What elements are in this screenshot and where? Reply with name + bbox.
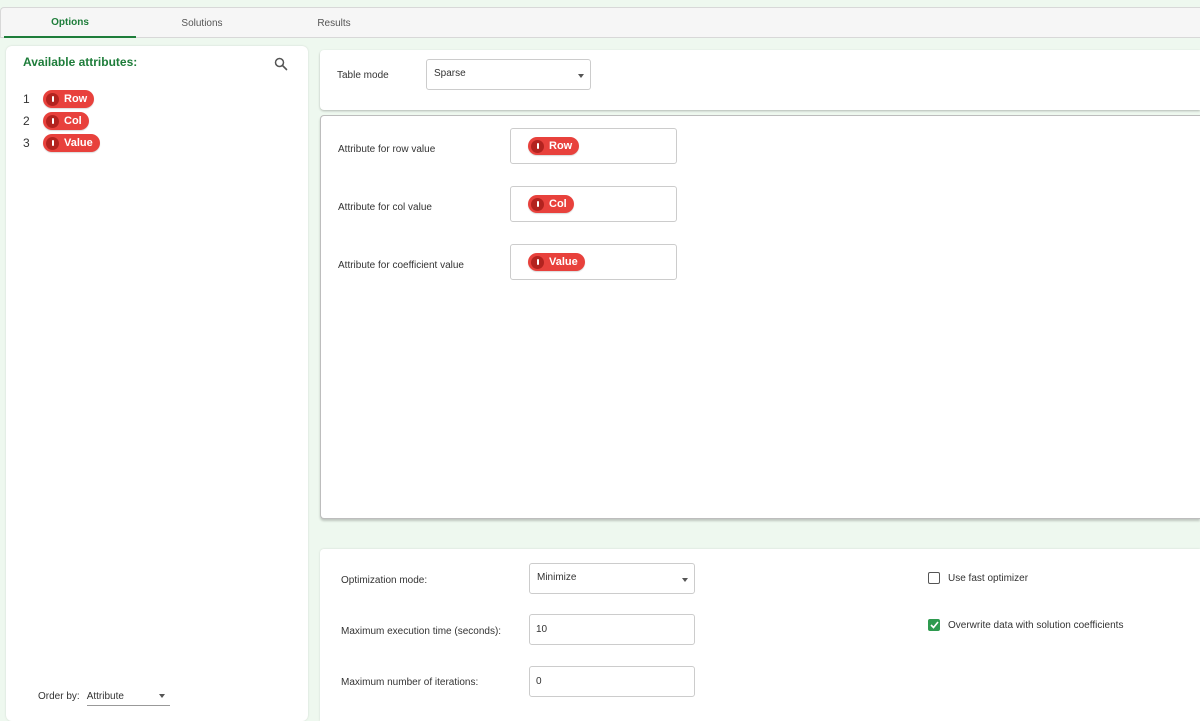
optimization-mode-label: Optimization mode: — [341, 575, 428, 586]
col-attribute-label: Attribute for col value — [338, 202, 432, 213]
attribute-index: 1 — [23, 92, 30, 106]
overwrite-data-option[interactable]: Overwrite data with solution coefficient… — [928, 619, 1123, 631]
attribute-list-item[interactable]: 2 Col — [23, 112, 89, 130]
tab-bar: Options Solutions Results — [0, 7, 1200, 38]
order-by-label: Order by: — [38, 691, 80, 702]
tab-results[interactable]: Results — [268, 8, 400, 38]
row-attribute-pill[interactable]: Row — [528, 137, 580, 155]
optimization-options-panel: Optimization mode: Minimize Maximum exec… — [320, 549, 1200, 721]
order-by: Order by: Attribute — [38, 687, 170, 706]
integer-type-icon — [531, 197, 544, 211]
table-mode-label: Table mode — [337, 70, 389, 81]
optimization-mode-value: Minimize — [537, 572, 577, 583]
attributes-title: Available attributes: — [23, 55, 138, 69]
coefficient-attribute-pill[interactable]: Value — [528, 253, 585, 271]
attribute-name: Value — [64, 137, 93, 149]
order-by-select[interactable]: Attribute — [86, 687, 170, 706]
checkmark-icon — [929, 621, 939, 629]
table-mode-panel: Table mode Sparse — [320, 50, 1200, 110]
integer-type-icon — [46, 114, 59, 128]
table-mode-select[interactable]: Sparse — [426, 59, 591, 90]
attribute-pill[interactable]: Col — [43, 112, 89, 130]
chevron-down-icon — [682, 578, 688, 582]
attributes-panel: Available attributes: 1 Row 2 Col 3 Valu… — [6, 46, 308, 721]
attribute-name: Row — [549, 140, 573, 152]
attribute-mapping-panel: Attribute for row value Row Attribute fo… — [320, 115, 1200, 519]
attribute-pill[interactable]: Row — [43, 90, 95, 108]
max-execution-time-input[interactable]: 10 — [529, 614, 695, 645]
attribute-name: Col — [64, 115, 82, 127]
col-attribute-pill[interactable]: Col — [528, 195, 574, 213]
col-attribute-dropzone[interactable]: Col — [510, 186, 677, 222]
integer-type-icon — [531, 255, 544, 269]
fast-optimizer-option[interactable]: Use fast optimizer — [928, 572, 1028, 584]
attribute-list-item[interactable]: 1 Row — [23, 90, 95, 108]
overwrite-data-label: Overwrite data with solution coefficient… — [948, 619, 1124, 631]
table-mode-value: Sparse — [434, 68, 466, 79]
integer-type-icon — [46, 92, 59, 106]
max-iterations-label: Maximum number of iterations: — [341, 677, 479, 688]
fast-optimizer-label: Use fast optimizer — [948, 572, 1029, 584]
tab-solutions[interactable]: Solutions — [136, 8, 268, 38]
chevron-down-icon — [578, 74, 584, 78]
attribute-name: Value — [549, 256, 578, 268]
attribute-index: 2 — [23, 114, 30, 128]
attribute-pill[interactable]: Value — [43, 134, 100, 152]
integer-type-icon — [531, 139, 544, 153]
fast-optimizer-checkbox[interactable] — [928, 572, 940, 584]
order-by-value: Attribute — [86, 690, 124, 702]
chevron-down-icon — [158, 694, 165, 698]
coefficient-attribute-label: Attribute for coefficient value — [338, 260, 464, 271]
max-iterations-input[interactable]: 0 — [529, 666, 695, 697]
overwrite-data-checkbox[interactable] — [928, 619, 940, 631]
attribute-index: 3 — [23, 136, 30, 150]
coefficient-attribute-dropzone[interactable]: Value — [510, 244, 677, 280]
row-attribute-dropzone[interactable]: Row — [510, 128, 677, 164]
integer-type-icon — [46, 136, 59, 150]
attribute-name: Row — [64, 93, 88, 105]
optimization-mode-select[interactable]: Minimize — [529, 563, 695, 594]
search-icon[interactable] — [274, 57, 290, 73]
max-execution-time-label: Maximum execution time (seconds): — [341, 626, 502, 637]
tab-options[interactable]: Options — [4, 8, 136, 38]
row-attribute-label: Attribute for row value — [338, 144, 436, 155]
attribute-list-item[interactable]: 3 Value — [23, 134, 100, 152]
attribute-name: Col — [549, 198, 567, 210]
